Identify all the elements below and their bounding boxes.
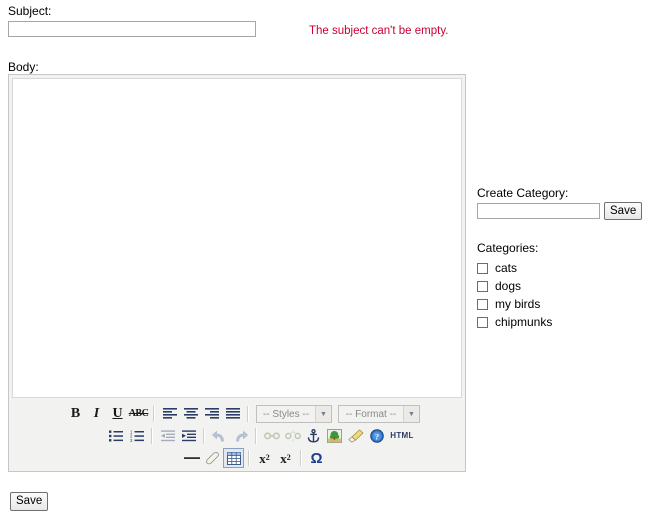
toolbar-separator xyxy=(203,428,205,444)
toolbar-separator xyxy=(151,428,153,444)
category-label: chipmunks xyxy=(495,315,553,329)
toolbar-separator xyxy=(248,450,250,466)
format-select-label: -- Format -- xyxy=(345,408,397,420)
toolbar-row-1: B I U ABC -- Styles -- ▼ -- Format -- ▼ xyxy=(11,403,463,425)
categories-label: Categories: xyxy=(477,241,539,255)
svg-text:?: ? xyxy=(374,431,378,441)
bulleted-list-icon xyxy=(108,430,123,442)
editor-toolbar: B I U ABC -- Styles -- ▼ -- Format -- ▼ … xyxy=(11,403,463,469)
chevron-down-icon: ▼ xyxy=(315,406,331,422)
toolbar-row-2: 1 2 3 ? HTML xyxy=(11,425,463,447)
redo-button[interactable] xyxy=(230,426,251,446)
indent-icon xyxy=(181,430,196,442)
toolbar-separator xyxy=(153,406,155,422)
category-checkbox-list: cats dogs my birds chipmunks xyxy=(477,259,647,331)
align-right-button[interactable] xyxy=(201,404,222,424)
align-center-button[interactable] xyxy=(180,404,201,424)
category-checkbox-cats[interactable] xyxy=(477,262,488,274)
category-checkbox-chipmunks[interactable] xyxy=(477,316,488,328)
create-category-save-button[interactable]: Save xyxy=(604,202,643,220)
align-right-icon xyxy=(204,408,219,419)
horizontal-rule-button[interactable] xyxy=(181,448,202,468)
create-category-input[interactable] xyxy=(477,203,600,219)
category-label: dogs xyxy=(495,279,522,293)
strikethrough-button[interactable]: ABC xyxy=(128,404,149,424)
category-label: cats xyxy=(495,261,518,275)
outdent-icon xyxy=(160,430,175,442)
list-item[interactable]: my birds xyxy=(477,295,647,313)
toolbar-separator xyxy=(247,406,249,422)
save-button[interactable]: Save xyxy=(10,492,49,511)
category-checkbox-my-birds[interactable] xyxy=(477,298,488,310)
help-icon: ? xyxy=(369,429,384,443)
unlink-icon xyxy=(284,430,301,442)
justify-icon xyxy=(225,408,240,419)
eraser-button[interactable] xyxy=(202,448,223,468)
body-editable-area[interactable] xyxy=(12,78,462,398)
link-button[interactable] xyxy=(261,426,282,446)
link-icon xyxy=(263,432,280,440)
subject-label: Subject: xyxy=(8,4,52,18)
category-checkbox-dogs[interactable] xyxy=(477,280,488,292)
unlink-button[interactable] xyxy=(282,426,303,446)
paintbrush-icon xyxy=(347,429,364,443)
horizontal-rule-icon xyxy=(183,457,200,459)
redo-icon xyxy=(236,430,248,441)
numbered-list-icon: 1 2 3 xyxy=(130,430,144,442)
outdent-button[interactable] xyxy=(157,426,178,446)
toolbar-separator xyxy=(255,428,257,444)
list-item[interactable]: chipmunks xyxy=(477,313,647,331)
align-center-icon xyxy=(183,408,198,419)
svg-text:3: 3 xyxy=(130,438,133,442)
chevron-down-icon: ▼ xyxy=(403,406,419,422)
html-source-button[interactable]: HTML xyxy=(387,426,417,446)
rich-text-editor: B I U ABC -- Styles -- ▼ -- Format -- ▼ … xyxy=(8,74,466,472)
image-icon xyxy=(327,429,342,443)
undo-button[interactable] xyxy=(209,426,230,446)
anchor-button[interactable] xyxy=(303,426,324,446)
format-select[interactable]: -- Format -- ▼ xyxy=(338,405,420,423)
subject-input[interactable] xyxy=(8,21,256,37)
styles-select-label: -- Styles -- xyxy=(262,408,310,420)
bulleted-list-button[interactable] xyxy=(105,426,126,446)
subscript-button[interactable]: x2 xyxy=(254,448,275,468)
table-button[interactable] xyxy=(223,448,244,468)
image-button[interactable] xyxy=(324,426,345,446)
superscript-button[interactable]: x2 xyxy=(275,448,296,468)
numbered-list-button[interactable]: 1 2 3 xyxy=(126,426,147,446)
italic-button[interactable]: I xyxy=(86,404,107,424)
create-category-label: Create Category: xyxy=(477,186,569,200)
toolbar-separator xyxy=(300,450,302,466)
special-character-button[interactable]: Ω xyxy=(306,448,327,468)
table-icon xyxy=(226,451,241,465)
align-left-button[interactable] xyxy=(159,404,180,424)
anchor-icon xyxy=(307,429,320,443)
indent-button[interactable] xyxy=(178,426,199,446)
styles-select[interactable]: -- Styles -- ▼ xyxy=(256,405,332,423)
list-item[interactable]: cats xyxy=(477,259,647,277)
bold-button[interactable]: B xyxy=(65,404,86,424)
list-item[interactable]: dogs xyxy=(477,277,647,295)
about-button[interactable]: ? xyxy=(366,426,387,446)
underline-button[interactable]: U xyxy=(107,404,128,424)
eraser-icon xyxy=(206,451,219,464)
body-label: Body: xyxy=(8,60,39,74)
category-label: my birds xyxy=(495,297,541,311)
remove-format-button[interactable] xyxy=(345,426,366,446)
align-left-icon xyxy=(162,408,177,419)
undo-icon xyxy=(212,430,224,441)
toolbar-row-3: x2 x2 Ω xyxy=(11,447,463,469)
subject-error-message: The subject can't be empty. xyxy=(309,25,449,37)
justify-button[interactable] xyxy=(222,404,243,424)
